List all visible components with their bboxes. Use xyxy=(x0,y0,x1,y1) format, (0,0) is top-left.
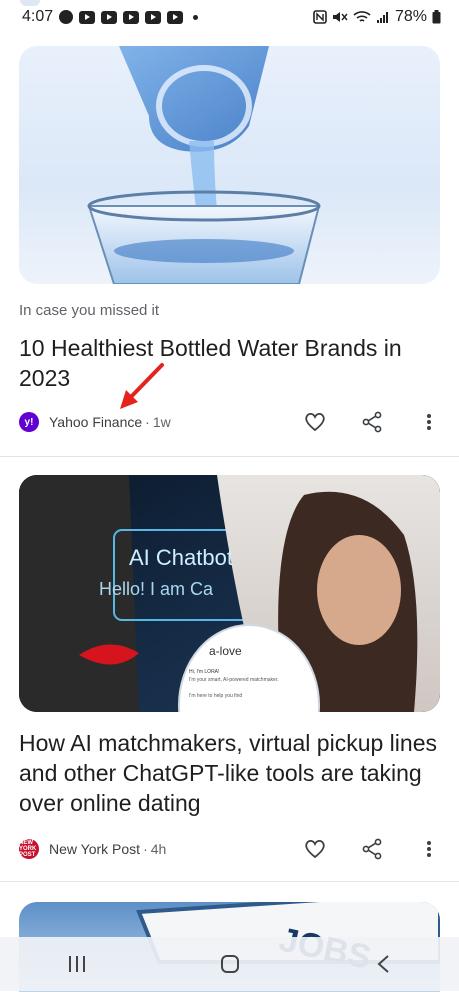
wifi-icon xyxy=(353,11,371,22)
home-icon xyxy=(220,955,239,973)
chatbot-text-1: AI Chatbot xyxy=(129,545,233,570)
article-image-ai-dating[interactable]: AI Chatbot Hello! I am Ca a-love Hi, I'm… xyxy=(19,475,440,712)
article-age: 1w xyxy=(152,414,171,430)
article-age: 4h xyxy=(150,841,167,857)
phone-msg-1: Hi, I'm LORA! xyxy=(189,669,219,675)
more-options-button[interactable] xyxy=(418,411,440,433)
signal-icon xyxy=(376,12,388,23)
heart-icon xyxy=(305,412,325,432)
like-button[interactable] xyxy=(304,838,326,860)
nfc-icon xyxy=(313,10,327,24)
youtube-icon xyxy=(167,10,184,24)
phone-msg-2: I'm your smart, AI-powered matchmaker. xyxy=(189,677,279,683)
facebook-icon xyxy=(59,10,74,24)
heart-icon xyxy=(305,839,325,859)
recent-apps-button[interactable] xyxy=(57,944,97,984)
more-vert-icon xyxy=(427,841,431,857)
share-button[interactable] xyxy=(361,838,383,860)
recent-apps-icon xyxy=(68,956,85,972)
new-york-post-logo: NEW YORK POST xyxy=(19,839,39,859)
youtube-icon xyxy=(79,10,96,24)
meta-separator: · xyxy=(143,841,148,857)
card-divider xyxy=(0,456,459,457)
meta-separator: · xyxy=(145,414,150,430)
more-options-button[interactable] xyxy=(418,838,440,860)
back-button[interactable] xyxy=(363,944,403,984)
article-headline[interactable]: 10 Healthiest Bottled Water Brands in 20… xyxy=(19,333,439,393)
source-name[interactable]: New York Post xyxy=(49,841,140,857)
article-image-water[interactable] xyxy=(19,46,440,284)
ai-dating-image: AI Chatbot Hello! I am Ca a-love Hi, I'm… xyxy=(19,475,440,712)
article-meta: y! Yahoo Finance · 1w xyxy=(19,409,440,435)
red-arrow-annotation xyxy=(120,363,164,409)
youtube-icon xyxy=(145,10,162,24)
article-meta: NEW YORK POST New York Post · 4h xyxy=(19,836,440,862)
youtube-icon xyxy=(123,10,140,24)
article-headline[interactable]: How AI matchmakers, virtual pickup lines… xyxy=(19,728,439,818)
share-icon xyxy=(362,411,382,433)
system-navigation-bar xyxy=(0,937,459,991)
youtube-icon xyxy=(101,10,118,24)
more-notifications-dot xyxy=(193,14,199,20)
source-name[interactable]: Yahoo Finance xyxy=(49,414,142,430)
article-kicker: In case you missed it xyxy=(19,302,160,319)
back-icon xyxy=(376,955,389,973)
more-vert-icon xyxy=(427,414,431,430)
home-button[interactable] xyxy=(210,944,250,984)
share-button[interactable] xyxy=(361,411,383,433)
status-bar: 4:07 78% xyxy=(0,0,459,34)
mute-icon xyxy=(332,12,348,22)
status-time: 4:07 xyxy=(22,8,54,25)
card-divider xyxy=(0,881,459,882)
water-glass-image xyxy=(87,46,321,284)
yahoo-finance-logo: y! xyxy=(19,412,39,432)
phone-title: a-love xyxy=(209,644,242,658)
like-button[interactable] xyxy=(304,411,326,433)
share-icon xyxy=(362,838,382,860)
battery-icon xyxy=(432,10,441,24)
chatbot-text-2: Hello! I am Ca xyxy=(99,579,214,599)
battery-percent: 78% xyxy=(394,8,427,25)
phone-msg-3: I'm here to help you find xyxy=(189,693,242,699)
